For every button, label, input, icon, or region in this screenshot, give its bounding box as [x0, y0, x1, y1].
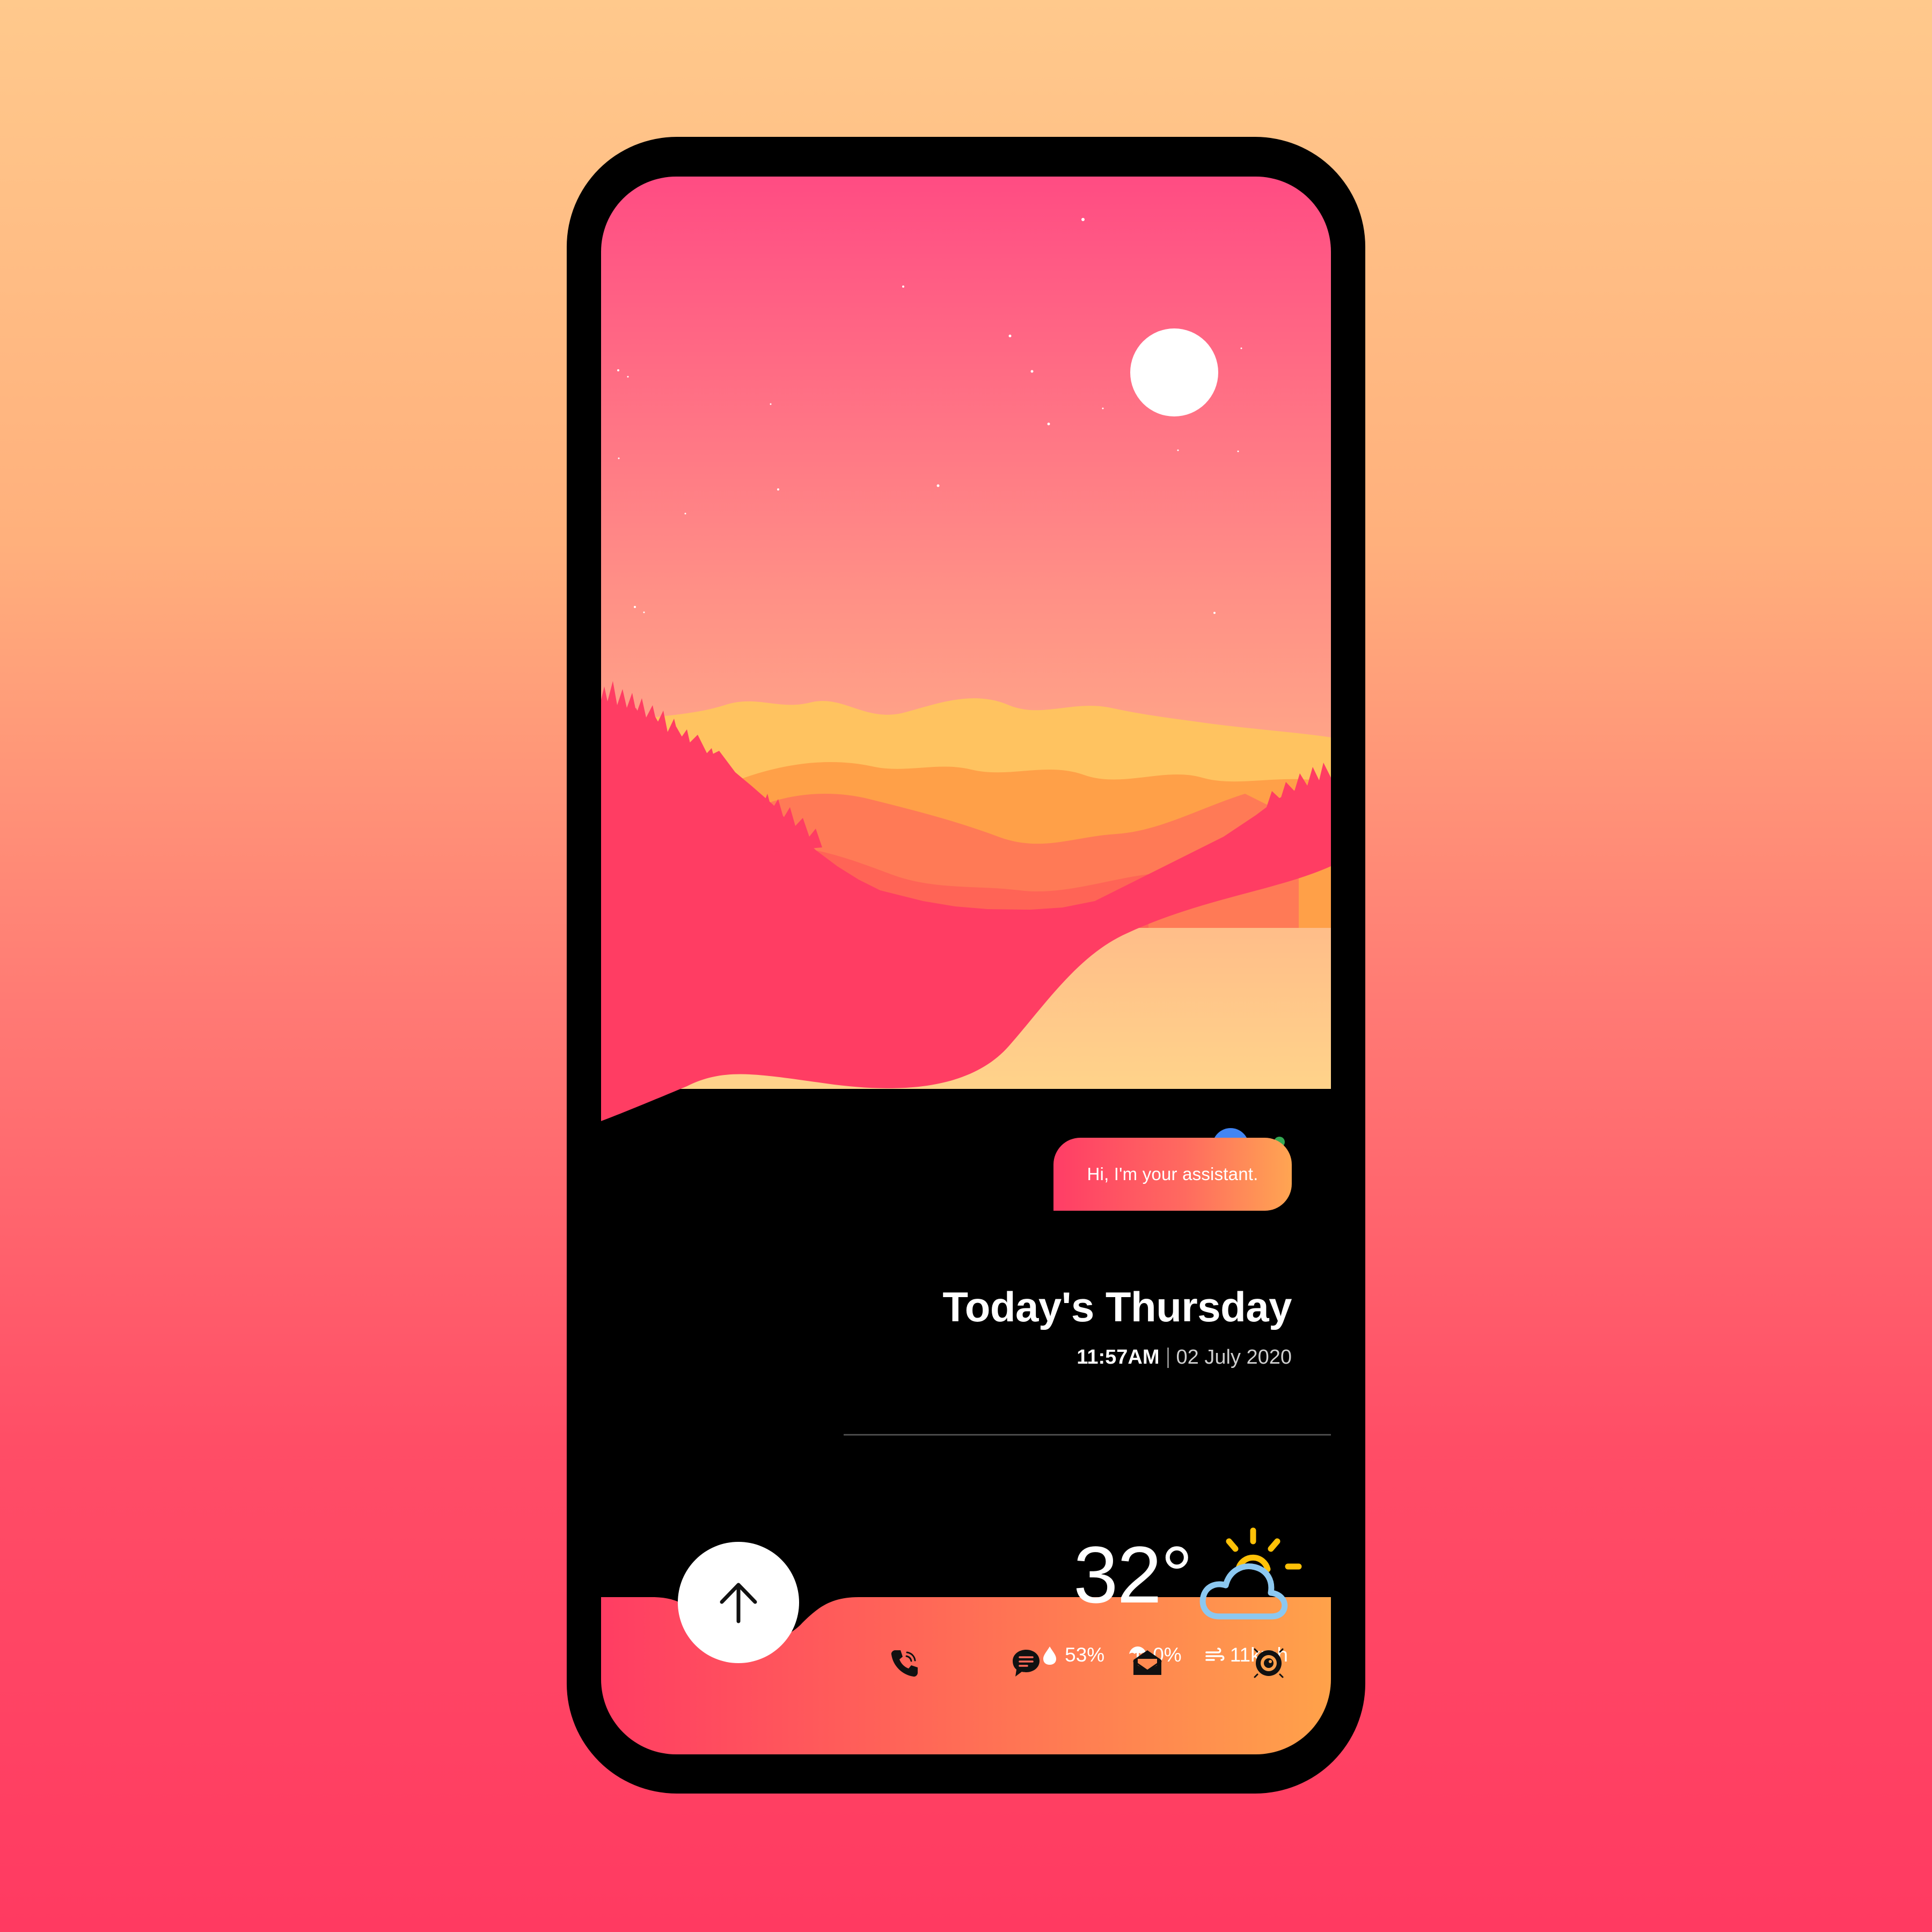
- wallpaper-landscape: [601, 177, 1331, 1754]
- moon: [1130, 328, 1218, 416]
- assistant-greeting-text: Hi, I'm your assistant.: [1087, 1164, 1258, 1184]
- home-screen: Hi, I'm your assistant. Today's Thursday…: [601, 177, 1331, 1754]
- phone-frame: Hi, I'm your assistant. Today's Thursday…: [567, 137, 1365, 1794]
- camera-icon: [1254, 1648, 1284, 1678]
- nav-phone-button[interactable]: [889, 1647, 921, 1679]
- mail-icon: [1133, 1650, 1162, 1675]
- current-date: 02 July 2020: [1176, 1346, 1292, 1368]
- current-time: 11:57AM: [1077, 1346, 1160, 1368]
- nav-mail-button[interactable]: [1131, 1647, 1163, 1679]
- partly-cloudy-icon: [1199, 1527, 1302, 1620]
- nav-messages-button[interactable]: [1010, 1647, 1042, 1679]
- phone-icon: [891, 1650, 918, 1677]
- day-title: Today's Thursday: [942, 1283, 1292, 1330]
- nav-camera-button[interactable]: [1253, 1647, 1285, 1679]
- weather-stats: 53% 0% 11kmh: [1039, 1644, 1288, 1666]
- wind-icon: [1205, 1648, 1225, 1661]
- assistant-greeting-bubble[interactable]: Hi, I'm your assistant.: [1053, 1138, 1292, 1211]
- arrow-up-icon: [720, 1583, 757, 1623]
- datetime-separator: [1167, 1347, 1169, 1368]
- humidity-value: 53%: [1065, 1644, 1105, 1666]
- divider: [844, 1434, 1331, 1436]
- message-icon: [1013, 1650, 1040, 1677]
- humidity-stat: 53%: [1039, 1644, 1104, 1666]
- water-drop-icon: [1043, 1646, 1057, 1665]
- app-drawer-button[interactable]: [678, 1542, 799, 1663]
- temperature: 32°: [1073, 1529, 1193, 1620]
- datetime-row: 11:57AM 02 July 2020: [1077, 1346, 1292, 1369]
